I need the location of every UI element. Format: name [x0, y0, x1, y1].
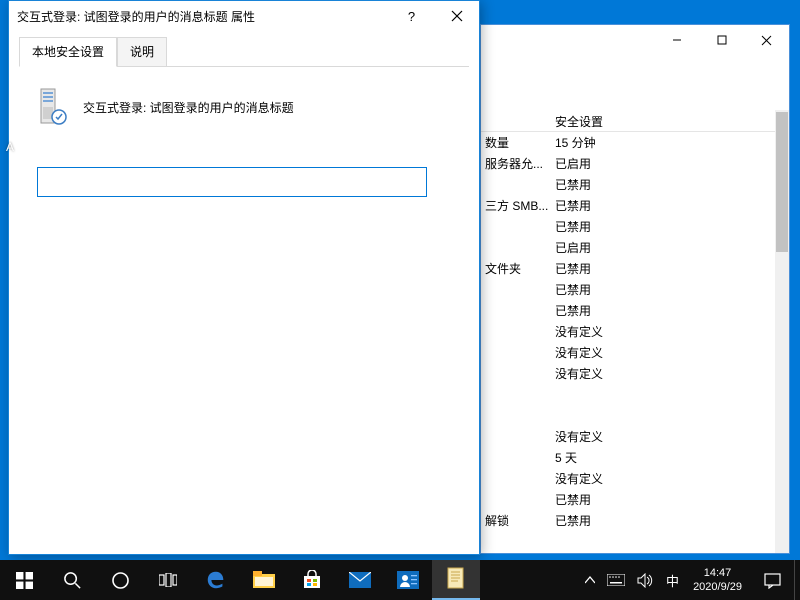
- dialog-titlebar[interactable]: 交互式登录: 试图登录的用户的消息标题 属性 ?: [9, 1, 479, 31]
- clock-time: 14:47: [704, 566, 732, 580]
- secpol-icon[interactable]: [432, 560, 480, 600]
- policy-row[interactable]: 已禁用: [481, 489, 775, 510]
- tab-strip: 本地安全设置 说明: [19, 37, 469, 67]
- search-button[interactable]: [48, 560, 96, 600]
- policy-row[interactable]: 数量15 分钟: [481, 132, 775, 153]
- policy-row[interactable]: 解锁已禁用: [481, 510, 775, 531]
- system-tray: 中 14:47 2020/9/29: [579, 560, 800, 600]
- message-title-input[interactable]: [37, 167, 427, 197]
- bg-policy-list[interactable]: 数量15 分钟服务器允...已启用已禁用三方 SMB...已禁用已禁用已启用文件…: [481, 110, 775, 553]
- policy-row[interactable]: 三方 SMB...已禁用: [481, 195, 775, 216]
- action-center-icon[interactable]: [750, 560, 794, 600]
- policy-row[interactable]: [481, 384, 775, 405]
- bg-scroll-thumb[interactable]: [776, 112, 788, 252]
- bg-minimize-button[interactable]: [654, 25, 699, 55]
- task-view-button[interactable]: [144, 560, 192, 600]
- bg-scrollbar[interactable]: [775, 110, 789, 553]
- dialog-close-button[interactable]: [434, 1, 479, 31]
- tray-volume-icon[interactable]: [631, 560, 660, 600]
- bg-maximize-button[interactable]: [699, 25, 744, 55]
- clock-date: 2020/9/29: [693, 580, 742, 594]
- desktop-icon-fragment: A: [6, 140, 14, 154]
- policy-row[interactable]: 没有定义: [481, 321, 775, 342]
- policy-row[interactable]: 没有定义: [481, 468, 775, 489]
- policy-server-icon: [37, 87, 69, 127]
- policy-row[interactable]: 没有定义: [481, 426, 775, 447]
- cortana-button[interactable]: [96, 560, 144, 600]
- edge-icon[interactable]: [192, 560, 240, 600]
- ime-indicator[interactable]: 中: [660, 560, 685, 600]
- properties-dialog: 交互式登录: 试图登录的用户的消息标题 属性 ? 本地安全设置 说明: [8, 0, 480, 555]
- policy-name-label: 交互式登录: 试图登录的用户的消息标题: [83, 99, 294, 116]
- tab-explain[interactable]: 说明: [117, 37, 167, 66]
- policy-row[interactable]: 服务器允...已启用: [481, 153, 775, 174]
- tray-overflow-icon[interactable]: [579, 560, 601, 600]
- policy-row[interactable]: 没有定义: [481, 363, 775, 384]
- policy-row[interactable]: 已禁用: [481, 300, 775, 321]
- policy-row[interactable]: 已禁用: [481, 279, 775, 300]
- taskbar: 中 14:47 2020/9/29: [0, 560, 800, 600]
- taskbar-clock[interactable]: 14:47 2020/9/29: [685, 566, 750, 595]
- policy-row[interactable]: 5 天: [481, 447, 775, 468]
- contacts-icon[interactable]: [384, 560, 432, 600]
- policy-row[interactable]: [481, 405, 775, 426]
- policy-list-window: 安全设置 数量15 分钟服务器允...已启用已禁用三方 SMB...已禁用已禁用…: [480, 24, 790, 554]
- tray-keyboard-icon[interactable]: [601, 560, 631, 600]
- tab-local-security[interactable]: 本地安全设置: [19, 37, 117, 67]
- start-button[interactable]: [0, 560, 48, 600]
- dialog-help-button[interactable]: ?: [389, 1, 434, 31]
- mail-icon[interactable]: [336, 560, 384, 600]
- bg-titlebar: [481, 25, 789, 55]
- show-desktop-button[interactable]: [794, 560, 800, 600]
- policy-row[interactable]: 没有定义: [481, 342, 775, 363]
- tab-content: 交互式登录: 试图登录的用户的消息标题: [19, 67, 469, 217]
- policy-row[interactable]: 已禁用: [481, 174, 775, 195]
- policy-row[interactable]: 文件夹已禁用: [481, 258, 775, 279]
- policy-row[interactable]: 已启用: [481, 237, 775, 258]
- dialog-title: 交互式登录: 试图登录的用户的消息标题 属性: [17, 8, 389, 25]
- store-icon[interactable]: [288, 560, 336, 600]
- file-explorer-icon[interactable]: [240, 560, 288, 600]
- policy-row[interactable]: 已禁用: [481, 216, 775, 237]
- bg-close-button[interactable]: [744, 25, 789, 55]
